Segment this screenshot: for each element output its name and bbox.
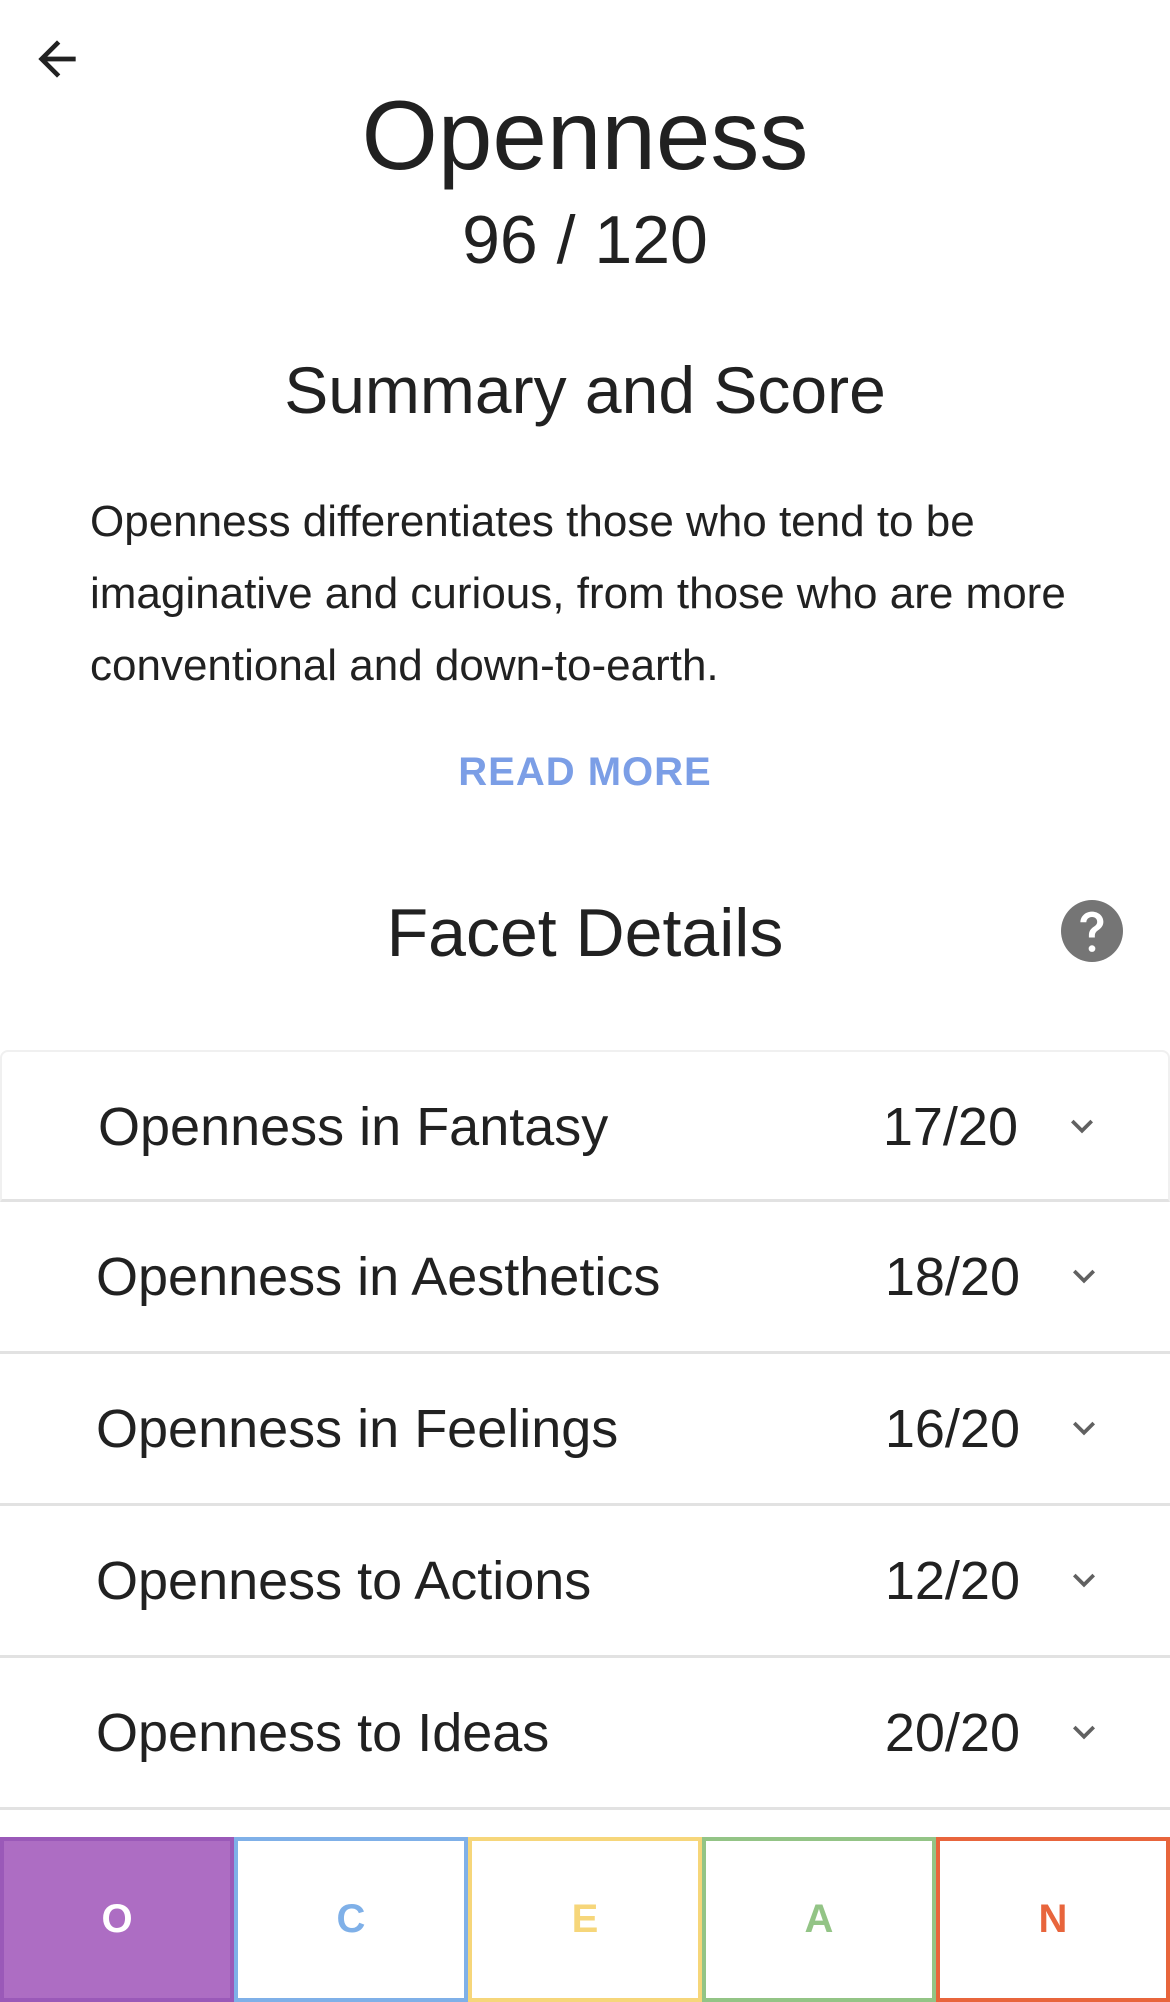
facet-name: Openness in Fantasy: [98, 1097, 609, 1157]
facet-score: 12/20: [884, 1551, 1020, 1611]
facet-row[interactable]: Openness to Ideas 20/20: [0, 1658, 1170, 1810]
facet-row[interactable]: Openness to Actions 12/20: [0, 1506, 1170, 1658]
facet-row[interactable]: Openness in Fantasy 17/20: [0, 1050, 1170, 1202]
facet-name: Openness to Ideas: [96, 1703, 550, 1763]
trait-tab-bar: O C E A N: [0, 1837, 1170, 2002]
tab-extraversion[interactable]: E: [468, 1837, 702, 2002]
help-circle-icon[interactable]: [1061, 900, 1123, 962]
facet-details-heading: Facet Details: [386, 895, 784, 971]
tab-conscientiousness[interactable]: C: [234, 1837, 468, 2002]
facet-name: Openness to Actions: [96, 1551, 592, 1611]
chevron-down-icon: [1073, 1725, 1095, 1740]
trait-title: Openness: [361, 80, 809, 190]
tab-neuroticism[interactable]: N: [936, 1837, 1170, 2002]
chevron-down-icon: [1073, 1269, 1095, 1284]
chevron-down-icon: [1073, 1573, 1095, 1588]
chevron-down-icon: [1071, 1119, 1093, 1134]
trait-score: 96 / 120: [462, 202, 708, 278]
summary-heading: Summary and Score: [284, 353, 886, 427]
summary-text: Openness differentiates those who tend t…: [90, 497, 1066, 690]
facet-row[interactable]: Openness in Aesthetics 18/20: [0, 1202, 1170, 1354]
facet-score: 17/20: [882, 1097, 1018, 1157]
facet-name: Openness in Aesthetics: [96, 1247, 661, 1307]
facet-list: Openness in Fantasy 17/20 Openness in Ae…: [0, 1050, 1170, 1810]
tab-openness[interactable]: O: [0, 1837, 234, 2002]
facet-score: 16/20: [884, 1399, 1020, 1459]
facet-name: Openness in Feelings: [96, 1399, 619, 1459]
facet-score: 20/20: [884, 1703, 1020, 1763]
facet-score: 18/20: [884, 1247, 1020, 1307]
trait-detail-screen: Openness 96 / 120 Summary and Score Open…: [0, 0, 1170, 2002]
tab-agreeableness[interactable]: A: [702, 1837, 936, 2002]
chevron-down-icon: [1073, 1421, 1095, 1436]
facet-row[interactable]: Openness in Feelings 16/20: [0, 1354, 1170, 1506]
read-more-button[interactable]: READ MORE: [0, 744, 1170, 800]
